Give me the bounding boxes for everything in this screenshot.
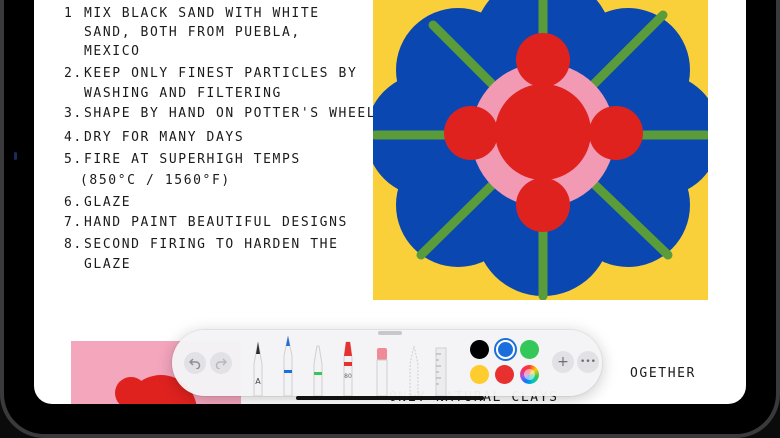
step-4-line-1: Dry for many days bbox=[84, 130, 245, 145]
more-options-button[interactable]: ••• bbox=[577, 351, 599, 373]
step-7-line-1: Hand paint beautiful designs bbox=[84, 215, 348, 230]
step-2-line-1: Keep only finest particles by bbox=[84, 66, 358, 81]
step-3-number: 3. bbox=[64, 106, 83, 121]
step-5-line-2: (850°C / 1560°F) bbox=[80, 173, 231, 188]
toolbar-grabber[interactable] bbox=[378, 331, 402, 335]
crayon-tool[interactable]: 80 bbox=[340, 340, 356, 396]
step-6-number: 6. bbox=[64, 195, 83, 210]
color-wheel-icon[interactable] bbox=[520, 365, 539, 384]
monoline-pen-tool[interactable] bbox=[280, 334, 296, 396]
step-1-line-2: sand, both from Puebla, bbox=[84, 25, 301, 40]
step-5-number: 5. bbox=[64, 152, 83, 167]
step-2-line-2: washing and filtering bbox=[84, 86, 282, 101]
pen-tool[interactable]: A bbox=[250, 340, 266, 396]
step-1-line-1: Mix black sand with white bbox=[84, 6, 320, 21]
marker-tool[interactable] bbox=[310, 344, 326, 396]
camera-sensor bbox=[14, 152, 17, 160]
step-2-number: 2. bbox=[64, 66, 83, 81]
step-1-number: 1 bbox=[64, 6, 74, 21]
color-yellow-swatch[interactable] bbox=[470, 365, 489, 384]
step-7-number: 7. bbox=[64, 215, 83, 230]
markup-toolbar: A 80 + ••• bbox=[172, 330, 602, 396]
step-8-line-1: Second firing to harden the bbox=[84, 237, 339, 252]
eraser-tool[interactable] bbox=[374, 346, 390, 396]
lasso-tool[interactable] bbox=[406, 344, 422, 396]
redo-icon bbox=[215, 358, 227, 369]
step-5-line-1: Fire at superhigh temps bbox=[84, 152, 301, 167]
step-4-number: 4. bbox=[64, 130, 83, 145]
step-3-line-1: Shape by hand on potter's wheel bbox=[84, 106, 377, 121]
plus-icon: + bbox=[557, 354, 569, 370]
color-green-swatch[interactable] bbox=[520, 340, 539, 359]
ellipsis-icon: ••• bbox=[580, 357, 596, 367]
home-indicator bbox=[296, 396, 484, 400]
step-8-number: 8. bbox=[64, 237, 83, 252]
pen-width-label: A bbox=[255, 377, 261, 386]
redo-button[interactable] bbox=[210, 352, 232, 374]
color-red-swatch[interactable] bbox=[495, 365, 514, 384]
side-note-line-1: ogether bbox=[630, 366, 696, 381]
color-black-swatch[interactable] bbox=[470, 340, 489, 359]
add-button[interactable]: + bbox=[552, 351, 574, 373]
crayon-width-label: 80 bbox=[344, 373, 352, 380]
step-8-line-2: glaze bbox=[84, 257, 132, 272]
undo-icon bbox=[189, 358, 201, 369]
step-6-line-1: Glaze bbox=[84, 195, 132, 210]
ruler-tool[interactable] bbox=[434, 346, 448, 396]
undo-button[interactable] bbox=[184, 352, 206, 374]
talavera-tile-drawing bbox=[373, 0, 708, 300]
step-1-line-3: Mexico bbox=[84, 44, 141, 59]
color-blue-swatch-selected[interactable] bbox=[494, 338, 517, 361]
